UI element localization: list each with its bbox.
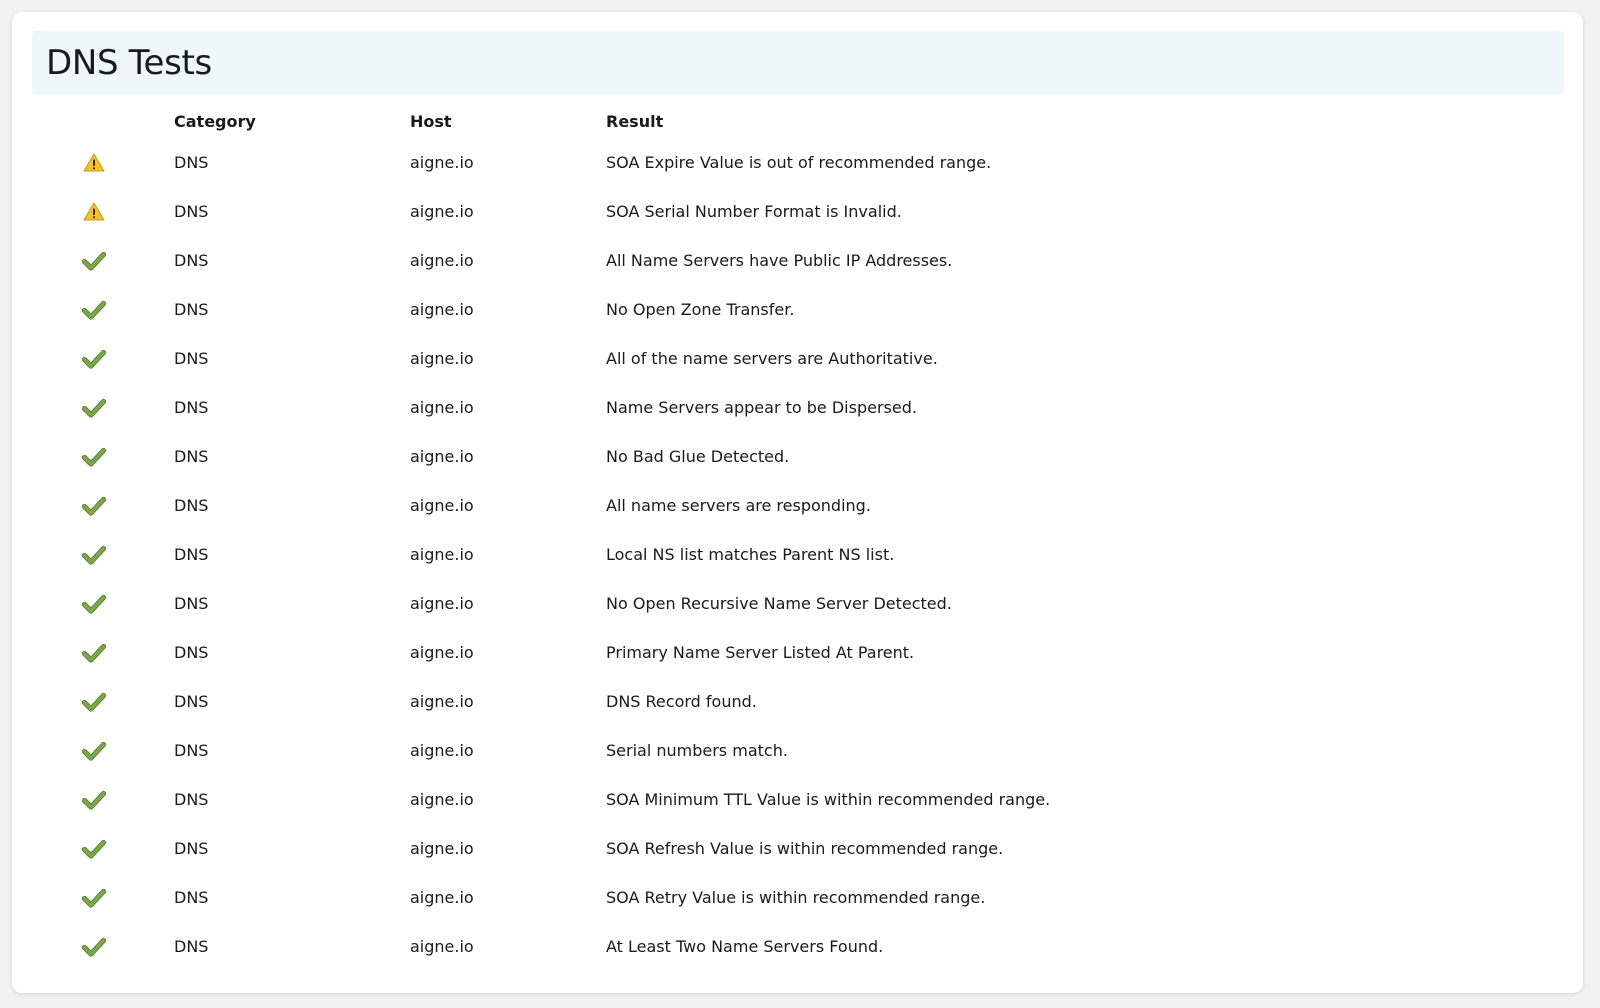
column-header-category: Category <box>174 112 256 131</box>
host-cell: aigne.io <box>410 202 474 221</box>
result-cell: SOA Expire Value is out of recommended r… <box>606 153 992 172</box>
table-row: DNS aigne.io All of the name servers are A… <box>12 342 1583 391</box>
table-row: DNS aigne.io All name servers are respondi… <box>12 489 1583 538</box>
checkmark-icon <box>82 886 106 910</box>
checkmark-icon <box>82 298 106 322</box>
category-cell: DNS <box>174 692 209 711</box>
table-header: Category Host Result <box>12 108 1583 136</box>
checkmark-icon <box>82 347 106 371</box>
result-cell: No Open Zone Transfer. <box>606 300 795 319</box>
category-cell: DNS <box>174 251 209 270</box>
result-cell: All Name Servers have Public IP Addresse… <box>606 251 953 270</box>
category-cell: DNS <box>174 643 209 662</box>
host-cell: aigne.io <box>410 251 474 270</box>
category-cell: DNS <box>174 594 209 613</box>
table-row: DNS aigne.io Local NS list matches Parent … <box>12 538 1583 587</box>
host-cell: aigne.io <box>410 153 474 172</box>
result-cell: SOA Refresh Value is within recommended … <box>606 839 1004 858</box>
table-row: DNS aigne.io SOA Expire Value is out of re… <box>12 146 1583 195</box>
checkmark-icon <box>82 396 106 420</box>
result-cell: All name servers are responding. <box>606 496 871 515</box>
result-cell: No Open Recursive Name Server Detected. <box>606 594 952 613</box>
host-cell: aigne.io <box>410 398 474 417</box>
dns-tests-card: DNS Tests Category Host Result DNS aigne.… <box>12 12 1583 993</box>
host-cell: aigne.io <box>410 839 474 858</box>
category-cell: DNS <box>174 202 209 221</box>
table-row: DNS aigne.io At Least Two Name Servers Fou… <box>12 930 1583 979</box>
checkmark-icon <box>82 935 106 959</box>
host-cell: aigne.io <box>410 888 474 907</box>
category-cell: DNS <box>174 741 209 760</box>
table-row: DNS aigne.io All Name Servers have Public … <box>12 244 1583 293</box>
table-row: DNS aigne.io SOA Refresh Value is within r… <box>12 832 1583 881</box>
checkmark-icon <box>82 788 106 812</box>
table-row: DNS aigne.io Primary Name Server Listed At… <box>12 636 1583 685</box>
warning-icon <box>82 151 106 175</box>
result-cell: DNS Record found. <box>606 692 757 711</box>
table-row: DNS aigne.io SOA Retry Value is within rec… <box>12 881 1583 930</box>
warning-icon <box>82 200 106 224</box>
result-cell: SOA Retry Value is within recommended ra… <box>606 888 986 907</box>
category-cell: DNS <box>174 153 209 172</box>
result-cell: Primary Name Server Listed At Parent. <box>606 643 915 662</box>
result-cell: No Bad Glue Detected. <box>606 447 790 466</box>
host-cell: aigne.io <box>410 447 474 466</box>
host-cell: aigne.io <box>410 594 474 613</box>
host-cell: aigne.io <box>410 643 474 662</box>
host-cell: aigne.io <box>410 545 474 564</box>
host-cell: aigne.io <box>410 300 474 319</box>
checkmark-icon <box>82 739 106 763</box>
host-cell: aigne.io <box>410 496 474 515</box>
category-cell: DNS <box>174 349 209 368</box>
checkmark-icon <box>82 690 106 714</box>
table-row: DNS aigne.io Serial numbers match. <box>12 734 1583 783</box>
result-cell: At Least Two Name Servers Found. <box>606 937 884 956</box>
page-title: DNS Tests <box>46 43 212 83</box>
category-cell: DNS <box>174 937 209 956</box>
result-cell: SOA Serial Number Format is Invalid. <box>606 202 902 221</box>
result-cell: Name Servers appear to be Dispersed. <box>606 398 917 417</box>
result-cell: All of the name servers are Authoritativ… <box>606 349 938 368</box>
result-cell: Serial numbers match. <box>606 741 788 760</box>
table-row: DNS aigne.io No Open Recursive Name Server… <box>12 587 1583 636</box>
category-cell: DNS <box>174 790 209 809</box>
category-cell: DNS <box>174 545 209 564</box>
title-bar: DNS Tests <box>32 31 1564 95</box>
host-cell: aigne.io <box>410 692 474 711</box>
category-cell: DNS <box>174 888 209 907</box>
category-cell: DNS <box>174 496 209 515</box>
category-cell: DNS <box>174 839 209 858</box>
table-row: DNS aigne.io SOA Minimum TTL Value is with… <box>12 783 1583 832</box>
host-cell: aigne.io <box>410 741 474 760</box>
result-cell: SOA Minimum TTL Value is within recommen… <box>606 790 1051 809</box>
host-cell: aigne.io <box>410 790 474 809</box>
results-table: DNS aigne.io SOA Expire Value is out of re… <box>12 146 1583 979</box>
table-row: DNS aigne.io No Bad Glue Detected. <box>12 440 1583 489</box>
checkmark-icon <box>82 837 106 861</box>
column-header-host: Host <box>410 112 452 131</box>
checkmark-icon <box>82 494 106 518</box>
table-row: DNS aigne.io SOA Serial Number Format is I… <box>12 195 1583 244</box>
table-row: DNS aigne.io DNS Record found. <box>12 685 1583 734</box>
checkmark-icon <box>82 641 106 665</box>
category-cell: DNS <box>174 398 209 417</box>
table-row: DNS aigne.io Name Servers appear to be Dis… <box>12 391 1583 440</box>
result-cell: Local NS list matches Parent NS list. <box>606 545 895 564</box>
checkmark-icon <box>82 592 106 616</box>
host-cell: aigne.io <box>410 937 474 956</box>
host-cell: aigne.io <box>410 349 474 368</box>
column-header-result: Result <box>606 112 664 131</box>
category-cell: DNS <box>174 300 209 319</box>
checkmark-icon <box>82 249 106 273</box>
category-cell: DNS <box>174 447 209 466</box>
checkmark-icon <box>82 445 106 469</box>
table-row: DNS aigne.io No Open Zone Transfer. <box>12 293 1583 342</box>
checkmark-icon <box>82 543 106 567</box>
